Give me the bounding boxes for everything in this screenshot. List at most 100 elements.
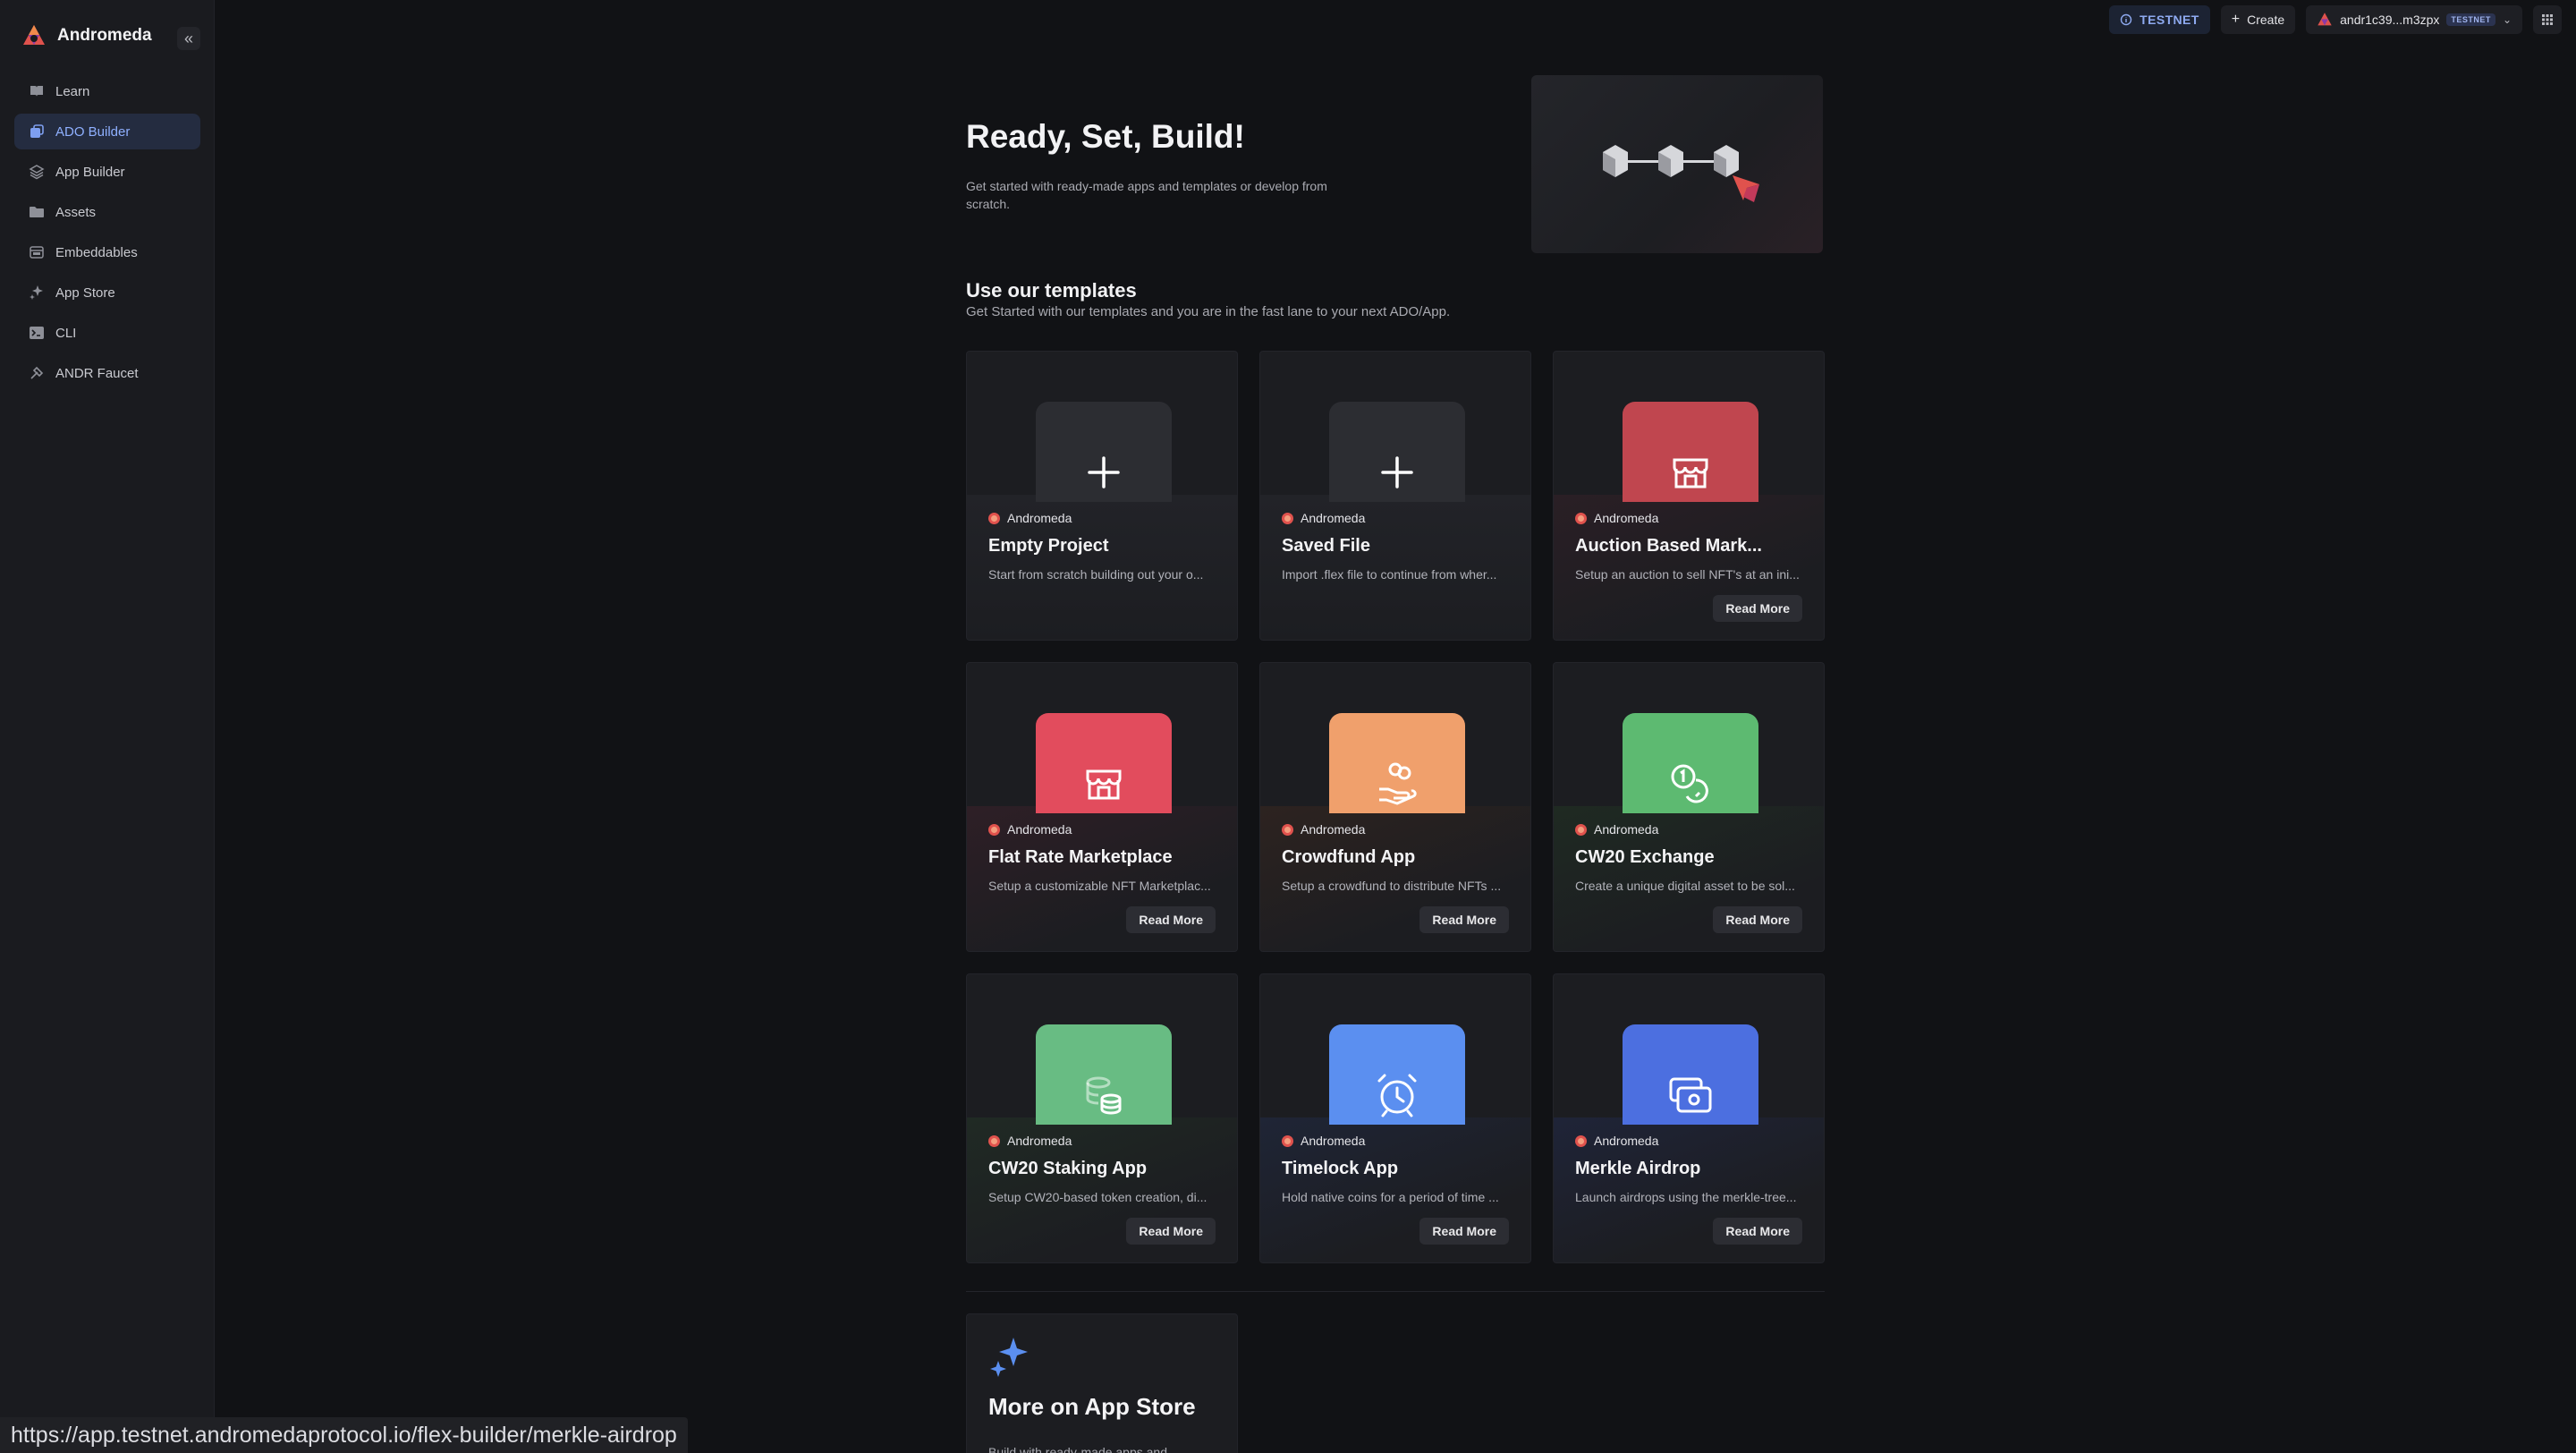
andromeda-badge-icon	[1282, 823, 1293, 836]
faucet-icon	[30, 366, 44, 379]
app-store-description: Build with ready-made apps and...	[988, 1445, 1178, 1453]
templates-subtitle: Get Started with our templates and you a…	[966, 304, 1451, 319]
sidebar-item-label: App Builder	[55, 164, 125, 180]
template-tile	[1036, 713, 1172, 813]
card-title: CW20 Staking App	[988, 1159, 1148, 1178]
card-title: Flat Rate Marketplace	[988, 847, 1173, 867]
embed-icon	[30, 246, 44, 259]
blocks-chain-icon	[1603, 145, 1759, 202]
sidebar-item-learn[interactable]: Learn	[14, 73, 200, 109]
chevron-down-icon: ⌄	[2502, 13, 2512, 26]
read-more-button[interactable]: Read More	[1419, 906, 1509, 933]
andromeda-badge-icon	[1282, 512, 1293, 524]
plus-icon	[1088, 456, 1120, 489]
template-tile	[1623, 713, 1758, 813]
andromeda-logo-icon	[2318, 13, 2332, 26]
coins-exchange-icon	[1671, 764, 1708, 803]
template-card-saved-file[interactable]: Andromeda Saved File Import .flex file t…	[1259, 351, 1531, 641]
templates-title: Use our templates	[966, 279, 1137, 302]
maker-name: Andromeda	[1301, 822, 1366, 837]
card-description: Launch airdrops using the merkle-tree...	[1575, 1190, 1797, 1204]
maker: Andromeda	[1282, 1134, 1509, 1148]
wallet-selector[interactable]: andr1c39...m3zpx TESTNET ⌄	[2306, 5, 2522, 34]
card-title: Timelock App	[1282, 1159, 1399, 1178]
maker-name: Andromeda	[1007, 511, 1072, 525]
andromeda-badge-icon	[988, 512, 1000, 524]
andromeda-badge-icon	[1575, 1134, 1587, 1147]
folder-icon	[30, 207, 44, 217]
sidebar-item-assets[interactable]: Assets	[14, 194, 200, 230]
read-more-button[interactable]: Read More	[1713, 595, 1802, 622]
maker: Andromeda	[988, 822, 1216, 837]
brand[interactable]: Andromeda	[21, 23, 152, 48]
hero-illustration	[1531, 75, 1823, 253]
andromeda-badge-icon	[988, 823, 1000, 836]
card-description: Setup a crowdfund to distribute NFTs ...	[1282, 879, 1502, 893]
maker-name: Andromeda	[1301, 1134, 1366, 1148]
section-divider	[966, 1291, 1825, 1292]
maker: Andromeda	[1575, 822, 1802, 837]
card-description: Create a unique digital asset to be sol.…	[1575, 879, 1795, 893]
template-card-auction-marketplace[interactable]: Andromeda Auction Based Mark... Setup an…	[1553, 351, 1825, 641]
plus-icon	[1381, 456, 1413, 489]
app-store-title: More on App Store	[988, 1393, 1196, 1420]
maker: Andromeda	[1575, 1134, 1802, 1148]
sparkle-icon	[990, 1338, 1028, 1377]
maker-name: Andromeda	[1594, 822, 1659, 837]
sidebar-item-label: Embeddables	[55, 244, 138, 260]
template-tile	[1623, 1024, 1758, 1125]
sidebar-item-app-store[interactable]: App Store	[14, 275, 200, 310]
sidebar-item-embeddables[interactable]: Embeddables	[14, 234, 200, 270]
card-description: Setup an auction to sell NFT's at an ini…	[1575, 567, 1800, 582]
top-bar: TESTNET + Create andr1c39...m3zpx TESTNE…	[2109, 5, 2562, 34]
wallet-network-badge: TESTNET	[2446, 13, 2496, 26]
app-name: Andromeda	[57, 26, 152, 45]
sidebar-item-label: Assets	[55, 204, 97, 220]
maker-name: Andromeda	[1594, 511, 1659, 525]
app-store-card[interactable]: More on App Store Build with ready-made …	[966, 1313, 1238, 1453]
layers-icon	[29, 165, 45, 180]
sidebar-item-cli[interactable]: CLI	[14, 315, 200, 351]
read-more-button[interactable]: Read More	[1126, 906, 1216, 933]
banknotes-icon	[1669, 1077, 1712, 1113]
terminal-icon	[30, 327, 44, 339]
network-indicator[interactable]: TESTNET	[2109, 5, 2210, 34]
sidebar: Andromeda « Learn ADO Builder App Builde…	[0, 0, 215, 1453]
plus-icon: +	[2231, 12, 2241, 27]
template-card-cw20-exchange[interactable]: Andromeda CW20 Exchange Create a unique …	[1553, 662, 1825, 952]
template-card-cw20-staking-app[interactable]: Andromeda CW20 Staking App Setup CW20-ba…	[966, 973, 1238, 1263]
maker: Andromeda	[1282, 511, 1509, 525]
double-chevron-left-icon: «	[183, 29, 193, 47]
sidebar-item-label: ANDR Faucet	[55, 365, 139, 381]
apps-grid-button[interactable]	[2533, 5, 2562, 34]
card-title: Auction Based Mark...	[1575, 536, 1762, 556]
template-card-flat-rate-marketplace[interactable]: Andromeda Flat Rate Marketplace Setup a …	[966, 662, 1238, 952]
maker: Andromeda	[1575, 511, 1802, 525]
create-label: Create	[2247, 13, 2285, 27]
page-subtitle: Get started with ready-made apps and tem…	[966, 179, 1327, 211]
store-icon	[1086, 769, 1122, 800]
read-more-button[interactable]: Read More	[1713, 1218, 1802, 1245]
read-more-button[interactable]: Read More	[1713, 906, 1802, 933]
andromeda-badge-icon	[1575, 512, 1587, 524]
template-tile	[1329, 1024, 1465, 1125]
maker-name: Andromeda	[1007, 822, 1072, 837]
andromeda-badge-icon	[1575, 823, 1587, 836]
sidebar-item-andr-faucet[interactable]: ANDR Faucet	[14, 355, 200, 391]
sidebar-item-ado-builder[interactable]: ADO Builder	[14, 114, 200, 149]
template-card-empty-project[interactable]: Andromeda Empty Project Start from scrat…	[966, 351, 1238, 641]
template-tile	[1329, 402, 1465, 502]
sparkle-icon	[30, 285, 43, 300]
card-description: Setup CW20-based token creation, di...	[988, 1190, 1208, 1204]
template-card-timelock-app[interactable]: Andromeda Timelock App Hold native coins…	[1259, 973, 1531, 1263]
template-card-merkle-airdrop[interactable]: Andromeda Merkle Airdrop Launch airdrops…	[1553, 973, 1825, 1263]
collapse-sidebar-button[interactable]: «	[177, 27, 200, 50]
read-more-button[interactable]: Read More	[1126, 1218, 1216, 1245]
sidebar-nav: Learn ADO Builder App Builder Assets Emb…	[14, 73, 200, 395]
book-icon	[30, 86, 43, 97]
sidebar-item-label: CLI	[55, 325, 77, 341]
template-card-crowdfund-app[interactable]: Andromeda Crowdfund App Setup a crowdfun…	[1259, 662, 1531, 952]
read-more-button[interactable]: Read More	[1419, 1218, 1509, 1245]
sidebar-item-app-builder[interactable]: App Builder	[14, 154, 200, 190]
create-button[interactable]: + Create	[2220, 5, 2296, 34]
